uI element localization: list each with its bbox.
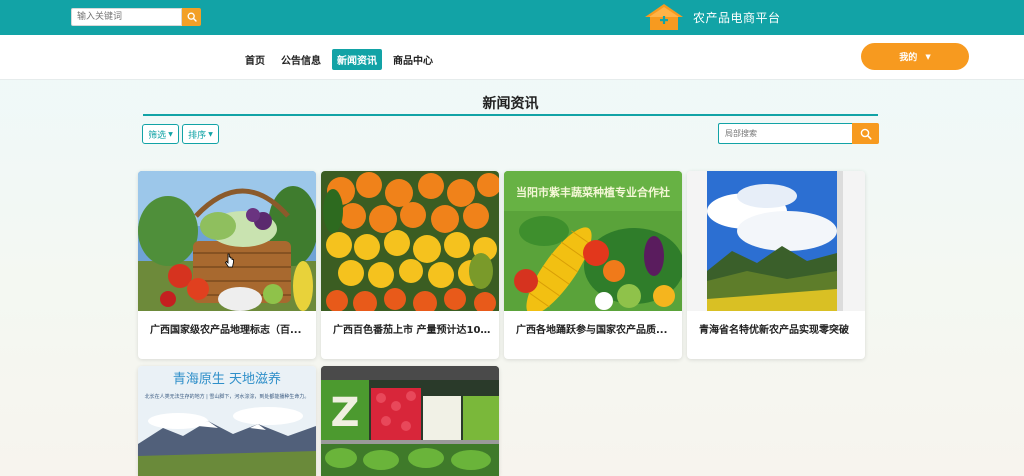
news-card[interactable]: 青海省名特优新农产品实现零突破: [687, 171, 865, 359]
news-card[interactable]: 青海原生 天地滋养 北长在人类无法生存的地方 | 雪山脚下，河水淙淙，到处都能播…: [138, 366, 316, 476]
news-title: 青海省名特优新农产品实现零突破: [699, 325, 849, 336]
local-search: [718, 123, 879, 144]
news-image-supermarket-produce: Z: [321, 366, 499, 476]
news-image-corn-and-vegetables: 当阳市紫丰蔬菜种植专业合作社: [504, 171, 682, 311]
caret-down-icon: ▼: [208, 130, 213, 138]
user-menu-label: 我的: [899, 53, 918, 63]
mouse-pointer-icon: [225, 253, 234, 268]
title-divider: [143, 114, 878, 116]
nav-item-notices[interactable]: 公告信息: [276, 49, 326, 70]
nav-item-home[interactable]: 首页: [240, 49, 270, 70]
nav-menu: 首页 公告信息 新闻资讯 商品中心: [240, 49, 438, 70]
caret-down-icon: ▼: [168, 130, 173, 138]
news-image-mountain-landscape: [687, 171, 865, 311]
filter-label: 筛选: [148, 130, 167, 141]
chevron-down-icon: ▼: [925, 52, 931, 61]
brand[interactable]: 农产品电商平台: [643, 3, 781, 31]
sort-dropdown[interactable]: 排序 ▼: [182, 124, 219, 144]
search-icon: [187, 12, 197, 22]
local-search-input[interactable]: [718, 123, 852, 144]
house-logo-icon: [645, 4, 683, 30]
search-icon: [860, 128, 872, 140]
news-title: 广西各地踊跃参与国家农产品质...: [516, 325, 668, 336]
top-search-button[interactable]: [182, 8, 201, 26]
local-search-button[interactable]: [852, 123, 879, 144]
top-bar: 农产品电商平台: [0, 0, 1024, 35]
display-letter: Z: [330, 390, 359, 436]
news-title: 广西百色番茄上市 产量预计达10...: [333, 325, 491, 336]
news-card[interactable]: Z: [321, 366, 499, 476]
nav-item-news[interactable]: 新闻资讯: [332, 49, 382, 70]
poster-headline: 青海原生 天地滋养: [173, 371, 281, 387]
nav-item-products[interactable]: 商品中心: [388, 49, 438, 70]
top-search-input[interactable]: [71, 8, 182, 26]
brand-name: 农产品电商平台: [693, 10, 781, 25]
news-title: 广西国家级农产品地理标志（百...: [150, 325, 302, 336]
user-menu-button[interactable]: 我的 ▼: [861, 43, 969, 70]
news-image-qinghai-poster: 青海原生 天地滋养 北长在人类无法生存的地方 | 雪山脚下，河水淙淙，到处都能播…: [138, 366, 316, 476]
news-image-banner: 当阳市紫丰蔬菜种植专业合作社: [516, 185, 670, 199]
news-card[interactable]: 当阳市紫丰蔬菜种植专业合作社 广西各地踊跃参与国家农产品质...: [504, 171, 682, 359]
page-title: 新闻资讯: [482, 96, 539, 112]
nav-bar: 首页 公告信息 新闻资讯 商品中心 我的 ▼: [0, 35, 1024, 80]
news-image-vegetable-basket: [138, 171, 316, 311]
news-image-oranges-and-fruit: [321, 171, 499, 311]
news-card[interactable]: 广西百色番茄上市 产量预计达10...: [321, 171, 499, 359]
top-search: [71, 8, 201, 26]
filter-dropdown[interactable]: 筛选 ▼: [142, 124, 179, 144]
sort-label: 排序: [188, 130, 207, 141]
poster-subtext: 北长在人类无法生存的地方 | 雪山脚下，河水淙淙，到处都能播种生命力。: [145, 393, 310, 400]
